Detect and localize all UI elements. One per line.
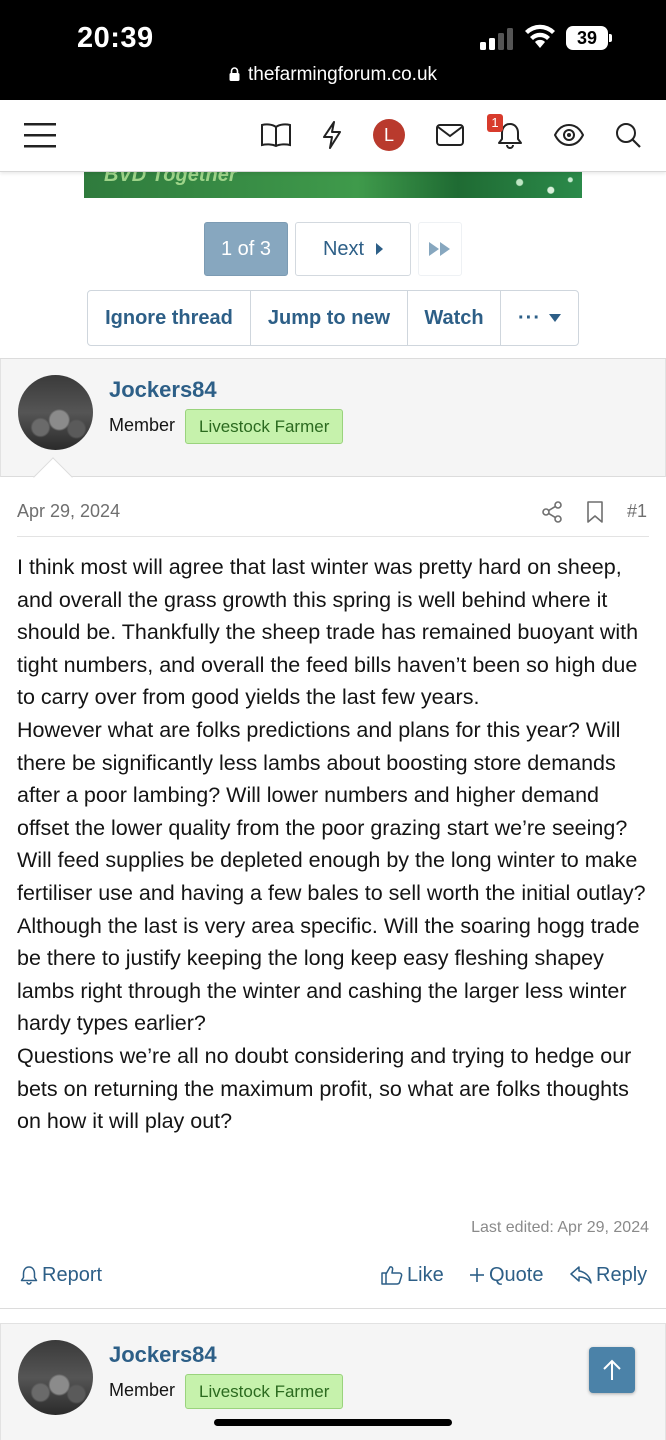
chevron-right-icon (376, 243, 384, 255)
reply-icon (570, 1266, 592, 1284)
mail-icon[interactable] (433, 118, 467, 152)
share-icon[interactable] (541, 501, 563, 523)
report-label: Report (42, 1263, 103, 1286)
wifi-icon (525, 24, 555, 48)
user-role: Member (109, 1380, 176, 1400)
jump-to-new-button[interactable]: Jump to new (251, 291, 408, 345)
user-badge: Livestock Farmer (185, 1374, 344, 1409)
menu-icon[interactable] (23, 118, 57, 152)
user-badge: Livestock Farmer (185, 409, 344, 444)
post-username[interactable]: Jockers84 (109, 1342, 217, 1368)
avatar[interactable]: L (372, 118, 406, 152)
chevron-down-icon (548, 314, 561, 322)
next-label: Next (322, 237, 365, 260)
home-indicator[interactable] (214, 1419, 452, 1426)
status-time: 20:39 (77, 22, 154, 54)
last-page-button[interactable] (418, 222, 462, 276)
book-icon[interactable] (259, 118, 293, 152)
post-body: I think most will agree that last winter… (17, 551, 657, 1138)
notification-count: 1 (487, 114, 503, 132)
post-paragraph: I think most will agree that last winter… (17, 555, 639, 710)
battery-icon: 39 (566, 26, 612, 50)
post-username[interactable]: Jockers84 (109, 377, 217, 403)
divider (17, 536, 649, 537)
signal-icon (480, 28, 513, 50)
banner-graphic (504, 172, 582, 198)
ad-banner[interactable]: BVD Together (84, 172, 582, 198)
thread-action-bar: Ignore thread Jump to new Watch ··· (87, 290, 579, 346)
banner-text: BVD Together (104, 172, 237, 186)
status-bar: 20:39 39 thefarmingforum.co.uk (0, 0, 666, 100)
bookmark-icon[interactable] (585, 501, 605, 523)
avatar[interactable] (18, 1340, 93, 1415)
avatar[interactable] (18, 375, 93, 450)
search-icon[interactable] (611, 118, 645, 152)
reply-label: Reply (596, 1263, 648, 1286)
post: Jockers84 Member Livestock Farmer Apr 29… (0, 358, 666, 1308)
user-role: Member (109, 415, 176, 435)
quote-label: Quote (489, 1263, 544, 1286)
more-options-button[interactable]: ··· (501, 291, 578, 345)
lock-icon (229, 67, 240, 81)
arrow-up-icon (603, 1359, 621, 1380)
next-page-button[interactable]: Next (295, 222, 411, 276)
ignore-thread-button[interactable]: Ignore thread (88, 291, 251, 345)
post-paragraph: Questions we’re all no doubt considering… (17, 1043, 632, 1134)
url-text: thefarmingforum.co.uk (247, 64, 438, 85)
lightning-icon[interactable] (315, 118, 349, 152)
thumbs-up-icon (381, 1266, 403, 1285)
plus-icon (470, 1268, 484, 1282)
bell-icon[interactable]: 1 (487, 114, 527, 152)
url-bar[interactable]: thefarmingforum.co.uk (0, 64, 666, 86)
reply-button[interactable]: Reply (570, 1255, 647, 1295)
more-dots: ··· (518, 306, 541, 329)
post-number[interactable]: #1 (627, 501, 647, 522)
eye-icon[interactable] (552, 118, 586, 152)
like-button[interactable]: Like (381, 1255, 444, 1295)
post-paragraph: However what are folks predictions and p… (17, 717, 646, 1036)
bell-icon (20, 1266, 38, 1285)
report-button[interactable]: Report (20, 1255, 102, 1295)
quote-button[interactable]: Quote (469, 1255, 543, 1295)
scroll-to-top-button[interactable] (589, 1347, 635, 1393)
post-user-header: Jockers84 Member Livestock Farmer (0, 359, 666, 497)
last-edited: Last edited: Apr 29, 2024 (471, 1219, 649, 1236)
header-pointer (33, 457, 73, 497)
nav-bar: L 1 (0, 100, 666, 172)
page-current[interactable]: 1 of 3 (204, 222, 288, 276)
fast-forward-icon (429, 242, 450, 256)
post-date[interactable]: Apr 29, 2024 (17, 501, 120, 522)
watch-button[interactable]: Watch (408, 291, 501, 345)
like-label: Like (407, 1263, 444, 1286)
post-actions: Report Like Quote Reply (0, 1255, 666, 1295)
battery-level: 39 (566, 26, 608, 50)
avatar-letter: L (373, 119, 405, 151)
